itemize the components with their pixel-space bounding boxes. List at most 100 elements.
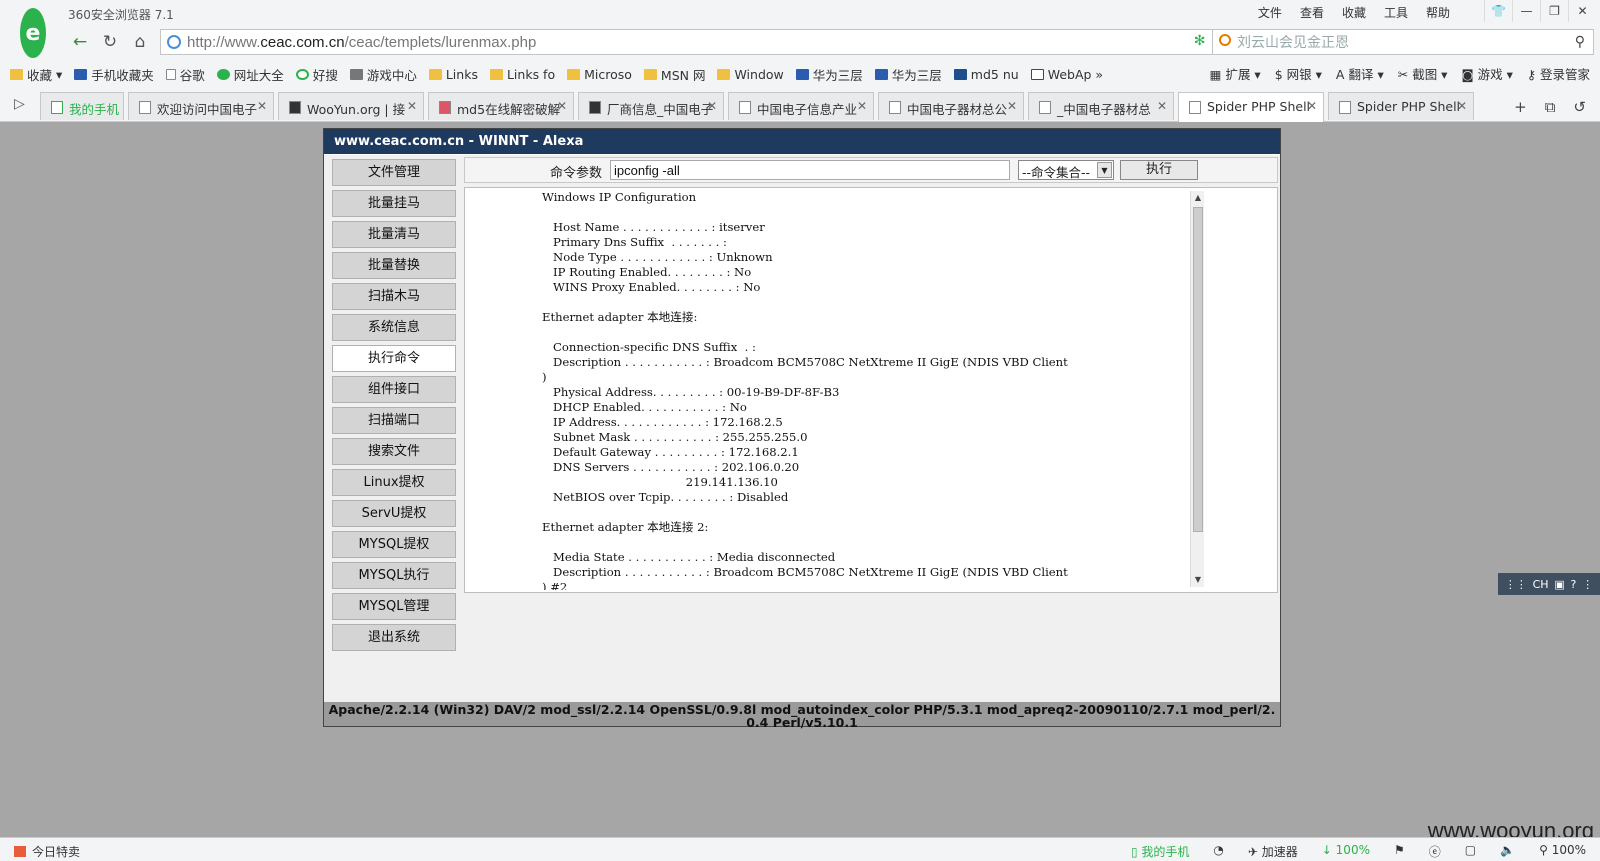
tab-vendor-info[interactable]: 厂商信息_中国电子 ✕ [578,92,724,120]
sidebar-item-mysql-manage[interactable]: MYSQL管理 [332,593,456,620]
sidebar-item-scan-trojan[interactable]: 扫描木马 [332,283,456,310]
output-scrollbar[interactable]: ▲ ▼ [1190,191,1204,587]
screenshot-button[interactable]: ✂ 截图 ▾ [1398,64,1448,83]
ime-keyboard-icon[interactable]: ▣ [1554,578,1564,591]
tab-cec-industry[interactable]: 中国电子信息产业 ✕ [728,92,874,120]
daily-deals-link[interactable]: 今日特卖 [14,843,80,860]
execute-button[interactable]: 执行 [1120,160,1198,180]
menu-item-favorites[interactable]: 收藏 [1342,4,1366,21]
close-tab-icon[interactable]: ✕ [557,99,567,113]
bookmark-windows[interactable]: Window [717,64,784,84]
restore-button[interactable]: ❐ [1540,0,1568,22]
tab-ceac-2[interactable]: _中国电子器材总 ✕ [1028,92,1174,120]
online-banking-button[interactable]: $ 网银 ▾ [1275,64,1322,83]
bookmark-mobile[interactable]: 手机收藏夹 [74,64,154,84]
volume-icon[interactable]: 🔈 [1500,843,1515,860]
sidebar-item-search-files[interactable]: 搜索文件 [332,438,456,465]
bookmark-md5[interactable]: md5 nu [953,64,1019,84]
home-icon[interactable]: ⌂ [128,30,152,54]
zoom-control[interactable]: ⚲ 100% [1539,843,1586,860]
my-phone-status[interactable]: ▯ 我的手机 [1131,843,1189,860]
sidebar-item-component-interface[interactable]: 组件接口 [332,376,456,403]
sidebar-item-batch-clean[interactable]: 批量清马 [332,221,456,248]
chevron-down-icon[interactable]: ▼ [1097,162,1112,178]
command-preset-select[interactable]: --命令集合-- ▼ [1018,160,1114,180]
tab-spider-shell[interactable]: Spider PHP Shell ✕ [1328,92,1474,120]
ie-icon[interactable]: ⓔ [1429,843,1441,860]
scroll-thumb[interactable] [1193,207,1203,532]
ime-language[interactable]: CH [1533,578,1549,591]
tab-wooyun[interactable]: WooYun.org | 接 ✕ [278,92,424,120]
sidebar-item-batch-replace[interactable]: 批量替换 [332,252,456,279]
menu-item-tools[interactable]: 工具 [1384,4,1408,21]
bookmark-microsoft[interactable]: Microso [567,64,632,84]
close-tab-icon[interactable]: ✕ [707,99,717,113]
command-input[interactable] [610,160,1010,180]
history-icon[interactable]: ◔ [1213,843,1223,860]
sidebar-item-execute-command[interactable]: 执行命令 [332,345,456,372]
tab-ceac-welcome[interactable]: 欢迎访问中国电子 ✕ [128,92,274,120]
sidebar-item-linux-privesc[interactable]: Linux提权 [332,469,456,496]
tab-my-phone[interactable]: 我的手机 [40,92,124,120]
menu-item-file[interactable]: 文件 [1258,4,1282,21]
sidebar-item-mysql-exec[interactable]: MYSQL执行 [332,562,456,589]
close-tab-icon[interactable]: ✕ [1457,99,1467,113]
bookmark-url-directory[interactable]: 网址大全 [216,64,284,84]
ime-help-icon[interactable]: ? [1570,578,1576,591]
close-tab-icon[interactable]: ✕ [1307,99,1317,113]
bookmark-favorites[interactable]: 收藏 ▾ [10,64,62,84]
download-status[interactable]: ↓ 100% [1322,843,1370,860]
close-tab-icon[interactable]: ✕ [257,99,267,113]
bookmark-haosou[interactable]: 好搜 [295,64,338,84]
sidebar-item-system-info[interactable]: 系统信息 [332,314,456,341]
close-tab-icon[interactable]: ✕ [857,99,867,113]
games-button[interactable]: ◙ 游戏 ▾ [1461,64,1512,83]
close-window-button[interactable]: ✕ [1568,0,1596,22]
ime-options-icon[interactable]: ⋮ [1582,578,1593,591]
address-bar[interactable]: http://www.ceac.com.cn/ceac/templets/lur… [160,29,1250,55]
bookmark-links[interactable]: Links [428,64,478,84]
sidebar-item-scan-ports[interactable]: 扫描端口 [332,407,456,434]
tab-list-icon[interactable]: ⧉ [1545,98,1556,116]
close-tab-icon[interactable]: ✕ [1157,99,1167,113]
sidebar-item-file-manager[interactable]: 文件管理 [332,159,456,186]
ime-grip-icon[interactable]: ⋮⋮ [1505,578,1527,591]
window-icon[interactable]: ▢ [1465,843,1476,860]
menu-item-view[interactable]: 查看 [1300,4,1324,21]
undo-close-icon[interactable]: ↺ [1573,98,1586,116]
sidebar-item-mysql-privesc[interactable]: MYSQL提权 [332,531,456,558]
bookmark-msn[interactable]: MSN 网 [643,64,705,84]
close-tab-icon[interactable]: ✕ [1007,99,1017,113]
bookmark-huawei-1[interactable]: 华为三层 [795,64,863,84]
tab-spider-shell-active[interactable]: Spider PHP Shell ✕ [1178,92,1324,122]
bookmark-game-center[interactable]: 游戏中心 [349,64,417,84]
bookmark-huawei-2[interactable]: 华为三层 [874,64,942,84]
scroll-up-icon[interactable]: ▲ [1191,191,1205,205]
login-manager-button[interactable]: ⚷ 登录管家 [1527,64,1590,83]
sidebar-item-batch-trojan[interactable]: 批量挂马 [332,190,456,217]
flag-icon[interactable]: ⚑ [1394,843,1405,860]
search-input[interactable]: 刘云山会见金正恩 ⚲ [1212,29,1594,55]
command-output[interactable]: Windows IP Configuration Host Name . . .… [542,190,1182,590]
tab-ceac-1[interactable]: 中国电子器材总公 ✕ [878,92,1024,120]
search-icon[interactable]: ⚲ [1575,34,1585,50]
accelerator-button[interactable]: ✈ 加速器 [1248,843,1298,860]
tab-md5[interactable]: md5在线解密破解 ✕ [428,92,574,120]
bookmark-google[interactable]: 谷歌 [165,64,205,84]
sidebar-item-servu-privesc[interactable]: ServU提权 [332,500,456,527]
menu-item-help[interactable]: 帮助 [1426,4,1450,21]
bookmark-links-for[interactable]: Links fo [489,64,555,84]
sidebar-item-logout[interactable]: 退出系统 [332,624,456,651]
new-tab-icon[interactable]: + [1514,98,1527,116]
scroll-down-icon[interactable]: ▼ [1191,573,1205,587]
back-arrow-icon[interactable]: ← [68,30,92,54]
refresh-icon[interactable]: ↻ [98,30,122,54]
bookmark-webap[interactable]: WebAp » [1030,64,1103,84]
close-tab-icon[interactable]: ✕ [407,99,417,113]
extensions-button[interactable]: ▦ 扩展 ▾ [1210,64,1261,83]
minimize-button[interactable]: — [1512,0,1540,22]
command-output-area[interactable]: Windows IP Configuration Host Name . . .… [464,187,1278,593]
loading-icon[interactable]: ✻ [1194,33,1206,49]
translate-button[interactable]: A 翻译 ▾ [1336,64,1384,83]
skin-icon[interactable]: 👕 [1484,0,1512,22]
